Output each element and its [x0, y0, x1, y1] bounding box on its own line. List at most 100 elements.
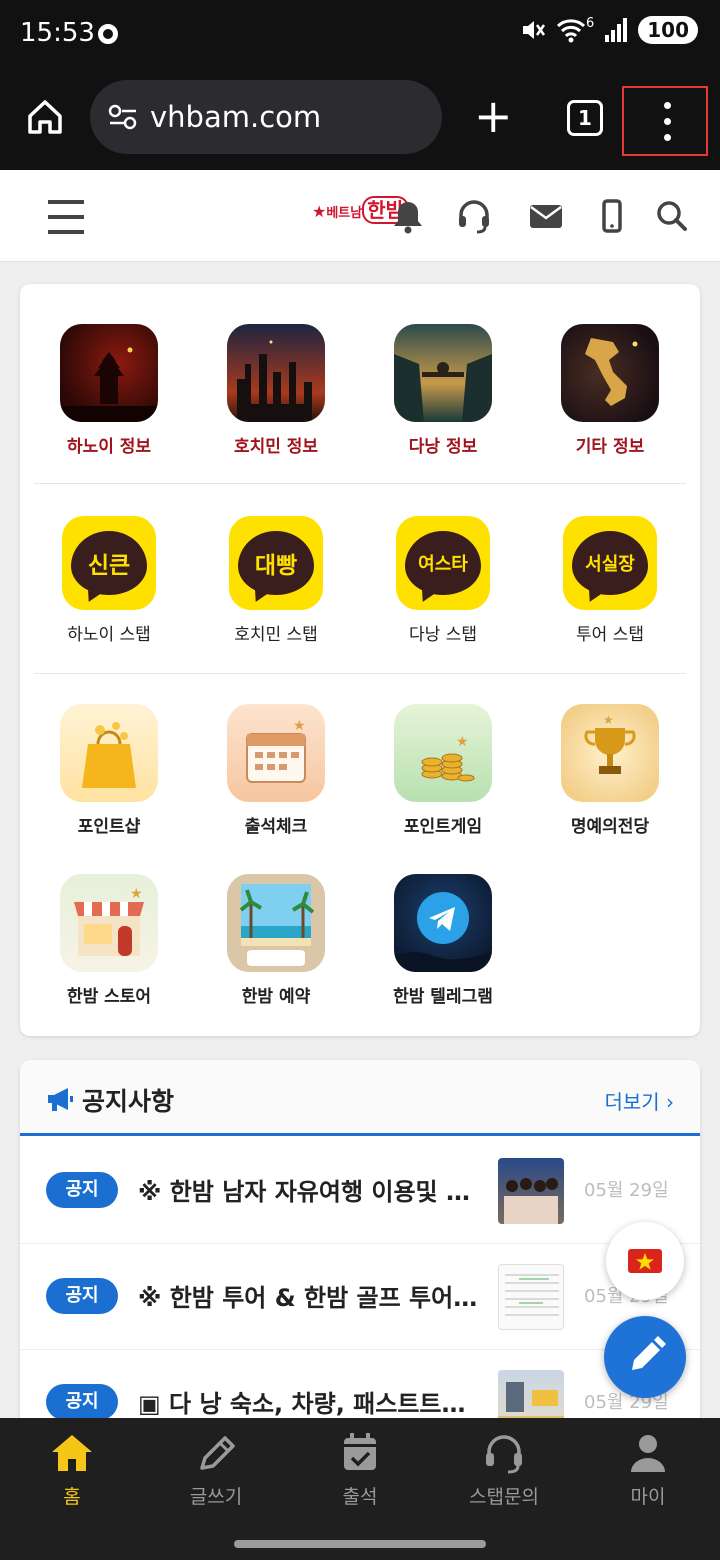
nav-label: 글쓰기: [189, 1486, 243, 1508]
tile-reservation[interactable]: 한밤 예약: [192, 874, 360, 1007]
notice-badge: 공지: [46, 1278, 118, 1314]
tile-store[interactable]: ★ 한밤 스토어: [25, 874, 193, 1007]
kakao-talk-icon: 여스타: [396, 516, 490, 610]
tile-hanoi-info[interactable]: 하노이 정보: [25, 324, 193, 457]
signal-icon: [605, 18, 628, 42]
city-night-icon: [227, 324, 325, 422]
notice-thumbnail[interactable]: [498, 1370, 564, 1420]
tile-hochiminh-staff[interactable]: 대빵 호치민 스탭: [192, 516, 360, 645]
language-flag-button[interactable]: [606, 1222, 684, 1300]
mute-icon: [522, 21, 545, 39]
headset-icon[interactable]: [456, 198, 492, 234]
notice-item-title[interactable]: ※ 한밤 남자 자유여행 이용및 …: [138, 1172, 478, 1207]
star-icon: ★: [312, 202, 327, 221]
envelope-icon[interactable]: [528, 198, 564, 234]
logo-sub: 베트남: [326, 206, 363, 221]
tile-label: 출석체크: [244, 817, 308, 837]
headset-icon: [486, 1435, 522, 1474]
tile-label: 다낭 스탭: [409, 625, 477, 645]
site-settings-icon[interactable]: [108, 104, 138, 130]
url-text[interactable]: vhbam.com: [150, 100, 321, 134]
tile-attendance[interactable]: ★ 출석체크: [192, 704, 360, 837]
kakao-talk-icon: 서실장: [563, 516, 657, 610]
tile-danang-staff[interactable]: 여스타 다낭 스탭: [359, 516, 527, 645]
nav-label: 마이: [630, 1486, 666, 1508]
menu-dot: [664, 118, 671, 125]
nav-label: 홈: [63, 1486, 81, 1508]
tile-label: 다낭 정보: [408, 437, 478, 457]
storefront-icon: ★: [60, 874, 158, 972]
kakao-bubble: 서실장: [572, 531, 648, 595]
notice-badge: 공지: [46, 1384, 118, 1420]
nav-label: 스탭문의: [469, 1486, 539, 1508]
notice-item-title[interactable]: ▣ 다 낭 숙소, 차량, 패스트트…: [138, 1384, 478, 1419]
notice-row[interactable]: 공지 ▣ 다 낭 숙소, 차량, 패스트트… 05월 29일: [20, 1350, 700, 1420]
tile-point-game[interactable]: ★ 포인트게임: [359, 704, 527, 837]
pencil-icon: [200, 1436, 235, 1470]
notice-thumbnail[interactable]: [498, 1264, 564, 1330]
tile-telegram[interactable]: 한밤 텔레그램: [359, 874, 527, 1007]
user-icon: [631, 1435, 665, 1472]
bell-icon[interactable]: [390, 198, 426, 234]
megaphone-icon: [48, 1088, 73, 1111]
more-link[interactable]: 더보기 ›: [604, 1086, 674, 1115]
tile-label: 하노이 스탭: [67, 625, 151, 645]
chrome-icon: [98, 24, 118, 44]
browser-toolbar: vhbam.com + 1: [0, 68, 720, 170]
nav-attendance[interactable]: 출석: [288, 1432, 432, 1509]
notice-board: 공지사항 더보기 › 공지 ※ 한밤 남자 자유여행 이용및 … 05월 29일…: [20, 1060, 700, 1420]
shopping-bag-icon: [60, 704, 158, 802]
vietnam-map-icon: [561, 324, 659, 422]
divider: [34, 483, 686, 484]
notice-item-title[interactable]: ※ 한밤 투어 & 한밤 골프 투어 ※: [138, 1278, 478, 1313]
write-post-button[interactable]: [604, 1316, 686, 1398]
tile-hochiminh-info[interactable]: 호치민 정보: [192, 324, 360, 457]
nav-staff-inquiry[interactable]: 스탭문의: [432, 1432, 576, 1509]
svg-text:★: ★: [603, 713, 614, 727]
home-icon[interactable]: [26, 98, 64, 136]
wifi-label: 6: [585, 15, 595, 31]
tile-label: 한밤 텔레그램: [393, 987, 493, 1007]
chevron-right-icon: ›: [666, 1090, 674, 1114]
divider: [34, 673, 686, 674]
pagoda-night-icon: [60, 324, 158, 422]
browser-menu-button[interactable]: [622, 86, 708, 156]
tile-label: 투어 스탭: [576, 625, 644, 645]
tile-danang-info[interactable]: 다낭 정보: [359, 324, 527, 457]
hamburger-menu-icon[interactable]: [48, 200, 84, 234]
site-header: ★베트남 한밤: [0, 170, 720, 262]
tile-hanoi-staff[interactable]: 신큰 하노이 스탭: [25, 516, 193, 645]
mobile-phone-icon[interactable]: [594, 198, 630, 234]
tile-label: 포인트게임: [403, 817, 483, 837]
trophy-icon: ★: [561, 704, 659, 802]
bridge-night-icon: [394, 324, 492, 422]
pencil-icon: [632, 1336, 666, 1370]
notice-row[interactable]: 공지 ※ 한밤 투어 & 한밤 골프 투어 ※ 05월 29일: [20, 1244, 700, 1350]
nav-my[interactable]: 마이: [576, 1432, 720, 1509]
tile-hall-of-fame[interactable]: ★ 명예의전당: [526, 704, 694, 837]
svg-text:★: ★: [130, 886, 143, 902]
notice-header: 공지사항 더보기 ›: [20, 1060, 700, 1136]
tab-switcher-button[interactable]: 1: [567, 100, 603, 136]
more-label: 더보기: [604, 1090, 660, 1114]
new-tab-icon[interactable]: +: [474, 93, 513, 139]
status-icons: 6 100: [520, 16, 698, 44]
coins-icon: ★: [394, 704, 492, 802]
beach-window-icon: [227, 874, 325, 972]
tile-tour-staff[interactable]: 서실장 투어 스탭: [526, 516, 694, 645]
tile-point-shop[interactable]: 포인트샵: [25, 704, 193, 837]
nav-home[interactable]: 홈: [0, 1432, 144, 1509]
notice-row[interactable]: 공지 ※ 한밤 남자 자유여행 이용및 … 05월 29일: [20, 1138, 700, 1244]
search-icon[interactable]: [654, 198, 690, 234]
wifi-icon: [556, 19, 585, 43]
kakao-talk-icon: 대빵: [229, 516, 323, 610]
tile-label: 기타 정보: [575, 437, 645, 457]
tile-other-info[interactable]: 기타 정보: [526, 324, 694, 457]
kakao-bubble: 신큰: [71, 531, 147, 595]
notice-title: 공지사항: [82, 1087, 175, 1116]
notice-thumbnail[interactable]: [498, 1158, 564, 1224]
nav-write[interactable]: 글쓰기: [144, 1432, 288, 1509]
address-bar[interactable]: vhbam.com: [90, 80, 442, 154]
svg-text:★: ★: [293, 718, 306, 734]
calendar-check-icon: [344, 1433, 376, 1470]
